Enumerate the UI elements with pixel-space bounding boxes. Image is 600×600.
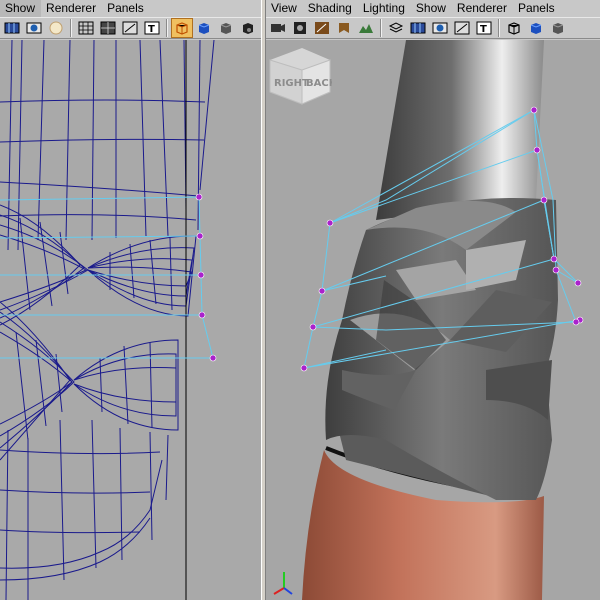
bounding-box-icon[interactable] <box>452 19 472 37</box>
menu-show[interactable]: Show <box>411 0 452 17</box>
svg-text:T: T <box>480 24 487 35</box>
toolbar-separator <box>70 19 72 37</box>
menu-lighting[interactable]: Lighting <box>358 0 411 17</box>
menu-panels[interactable]: Panels <box>513 0 561 17</box>
bounding-box-icon[interactable] <box>120 19 140 37</box>
film-icon[interactable] <box>290 19 310 37</box>
shaded-viewport[interactable]: RIGHT BACK <box>266 40 600 600</box>
grid-icon[interactable] <box>408 19 428 37</box>
toolbar-separator <box>380 19 382 37</box>
cube-black-icon[interactable] <box>238 19 258 37</box>
right-viewport-panel: View Shading Lighting Show Renderer Pane… <box>266 0 600 600</box>
toolbar-separator <box>498 19 500 37</box>
menu-renderer[interactable]: Renderer <box>41 0 102 17</box>
wireframe-viewport[interactable] <box>0 40 262 600</box>
toolbar-separator <box>166 19 168 37</box>
cube-blue-icon[interactable] <box>526 19 546 37</box>
axis-indicator <box>273 572 293 595</box>
svg-text:T: T <box>148 24 155 35</box>
bookmark-icon[interactable] <box>312 19 332 37</box>
left-panel-toolbar: T <box>0 17 262 39</box>
cube-blue-icon[interactable] <box>194 19 214 37</box>
view-cube[interactable]: RIGHT BACK <box>266 40 332 112</box>
terrain-icon[interactable] <box>356 19 376 37</box>
text-icon[interactable]: T <box>142 19 162 37</box>
menu-panels[interactable]: Panels <box>102 0 150 17</box>
pole-mesh <box>376 40 544 220</box>
text-icon[interactable]: T <box>474 19 494 37</box>
viewcube-back-label: BACK <box>306 78 332 89</box>
sphere-icon[interactable] <box>46 19 66 37</box>
wireframe-drawing <box>0 40 217 600</box>
menu-renderer[interactable]: Renderer <box>452 0 513 17</box>
isolate-cube-icon[interactable] <box>171 18 193 38</box>
sphere-icon[interactable] <box>430 19 450 37</box>
grid-icon[interactable] <box>2 19 22 37</box>
viewcube-right-label: RIGHT <box>274 78 309 89</box>
menu-shading[interactable]: Shading <box>303 0 358 17</box>
cube-dark-icon[interactable] <box>216 19 236 37</box>
bookmark-icon[interactable] <box>334 19 354 37</box>
camera-icon[interactable] <box>24 19 44 37</box>
wireframe-icon[interactable] <box>76 19 96 37</box>
smooth-shade-icon[interactable] <box>98 19 118 37</box>
menu-show[interactable]: Show <box>0 0 42 17</box>
camera-icon[interactable] <box>268 19 288 37</box>
left-panel-menubar: Show Renderer Panels <box>0 0 262 17</box>
right-panel-menubar: View Shading Lighting Show Renderer Pane… <box>266 0 600 17</box>
shaded-drawing <box>273 40 584 600</box>
layers-icon[interactable] <box>386 19 406 37</box>
cube-dark-icon[interactable] <box>548 19 568 37</box>
isolate-cube-icon[interactable] <box>504 19 524 37</box>
menu-view[interactable]: View <box>266 0 303 17</box>
left-viewport-panel: Show Renderer Panels T <box>0 0 262 600</box>
right-panel-toolbar: T <box>266 17 600 39</box>
